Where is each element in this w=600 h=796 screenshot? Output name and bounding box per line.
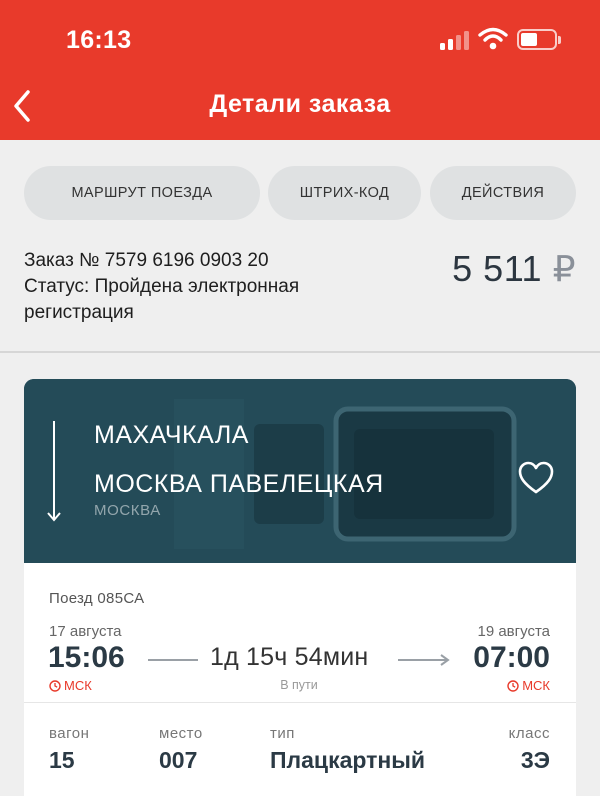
page-title: Детали заказа [209,90,391,118]
departure-time: 15:06 [48,641,125,674]
arrival-date: 19 августа [477,623,550,640]
clock-icon [49,679,61,692]
route-arrow-icon [47,421,61,522]
tab-barcode[interactable]: ШТРИХ-КОД [268,166,421,220]
car-value: 15 [49,747,75,773]
order-number: Заказ № 7579 6196 0903 20 [24,250,269,271]
order-tabs: МАРШРУТ ПОЕЗДА ШТРИХ-КОД ДЕЙСТВИЯ [24,166,576,220]
departure-date: 17 августа [49,623,122,640]
type-value: Плацкартный [270,747,426,773]
trip-duration: 1д 15ч 54мин [210,643,369,671]
departure-timezone: МСК [49,678,92,693]
class-label: класс [508,725,550,742]
arrival-tz-label: МСК [522,678,550,693]
class-value: 3Э [520,747,550,773]
order-status-line2: регистрация [24,302,134,323]
duration-caption: В пути [280,678,318,692]
signal-icon [440,30,470,50]
app-header: 16:13 Детали заказа [0,0,600,140]
route-to-city: МОСКВА [94,502,161,519]
clock-icon [507,679,519,692]
arrival-time: 07:00 [473,641,550,674]
card-separator [24,702,576,703]
car-label: вагон [49,725,90,742]
arrival-timezone: МСК [507,678,550,693]
route-from-station: МАХАЧКАЛА [94,421,249,449]
price-amount: 5 511 [452,248,543,289]
timeline-line [148,659,198,661]
seat-label: место [159,725,203,742]
battery-icon [517,29,561,50]
route-banner: МАХАЧКАЛА МОСКВА ПАВЕЛЕЦКАЯ МОСКВА [24,379,576,563]
status-bar-time: 16:13 [66,26,132,54]
order-price: 5 511 ₽ [410,248,576,290]
ticket-card: МАХАЧКАЛА МОСКВА ПАВЕЛЕЦКАЯ МОСКВА Поезд… [24,379,576,796]
heart-icon[interactable] [518,461,554,495]
divider [0,351,600,353]
tab-actions[interactable]: ДЕЙСТВИЯ [430,166,576,220]
tab-train-route[interactable]: МАРШРУТ ПОЕЗДА [24,166,260,220]
route-to-station: МОСКВА ПАВЕЛЕЦКАЯ [94,470,384,498]
departure-tz-label: МСК [64,678,92,693]
arrow-right-icon [398,654,450,666]
type-label: тип [270,725,295,742]
order-status-line1: Статус: Пройдена электронная [24,276,300,297]
wifi-icon [478,27,508,50]
seat-value: 007 [159,747,198,773]
train-number: Поезд 085СА [49,590,145,607]
price-currency: ₽ [552,248,576,289]
